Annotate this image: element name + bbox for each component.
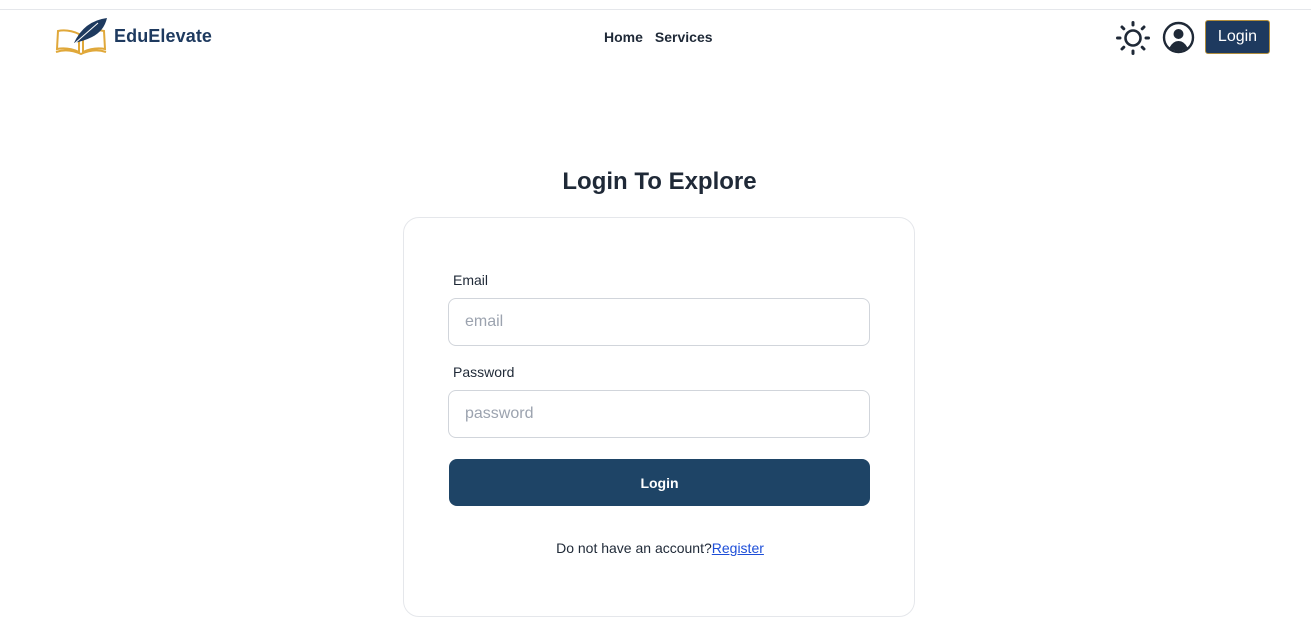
nav-login-button[interactable]: Login — [1205, 20, 1270, 54]
main-nav: Home Services — [604, 29, 713, 45]
brand-link[interactable]: EduElevate — [54, 17, 212, 55]
password-input[interactable] — [448, 390, 870, 438]
register-prompt-row: Do not have an account?Register — [404, 540, 916, 556]
password-label: Password — [453, 364, 515, 380]
navbar: EduElevate Home Services Login — [0, 10, 1311, 66]
nav-link-services[interactable]: Services — [655, 29, 713, 45]
email-input[interactable] — [448, 298, 870, 346]
login-form-card: Email Password Login Do not have an acco… — [403, 217, 915, 617]
register-prompt-text: Do not have an account? — [556, 540, 712, 556]
user-circle-icon — [1162, 21, 1195, 54]
book-quill-logo-icon — [55, 18, 107, 55]
theme-toggle-button[interactable] — [1115, 20, 1151, 56]
email-label: Email — [453, 272, 489, 288]
brand-name: EduElevate — [114, 25, 213, 46]
nav-link-home[interactable]: Home — [604, 29, 643, 45]
login-submit-button[interactable]: Login — [449, 459, 870, 506]
sun-icon — [1116, 21, 1150, 55]
profile-button[interactable] — [1162, 21, 1195, 54]
register-link[interactable]: Register — [712, 540, 764, 556]
page-title: Login To Explore — [562, 168, 757, 195]
